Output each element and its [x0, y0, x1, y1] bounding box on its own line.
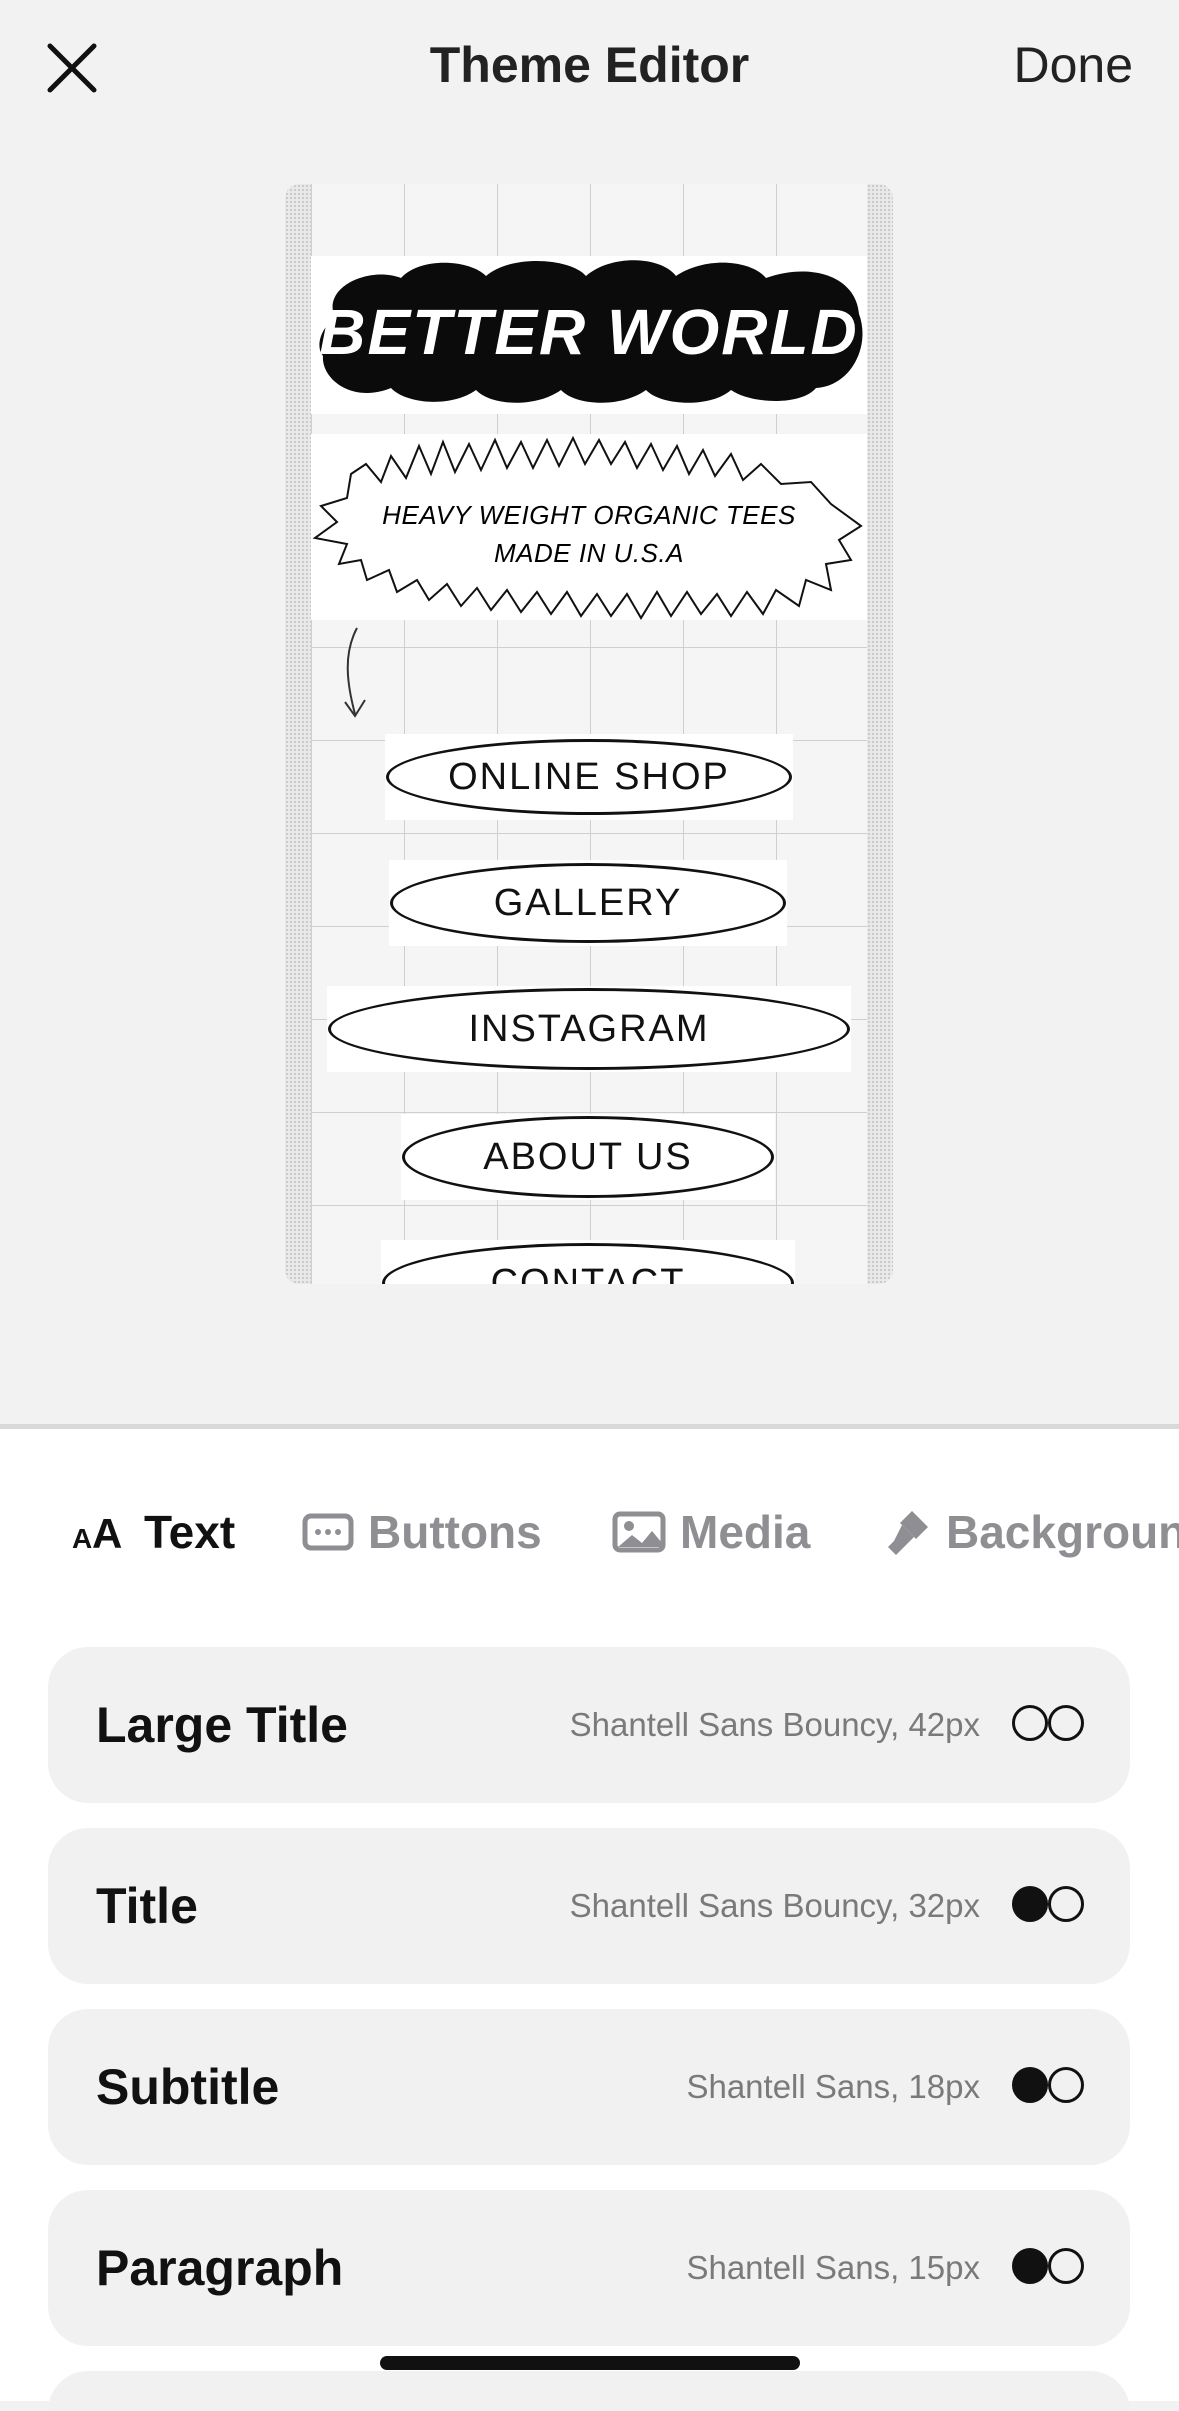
text-style-name: Title: [96, 1878, 198, 1934]
color-dot-icon: [1048, 2248, 1084, 2284]
tagline-block[interactable]: HEAVY WEIGHT ORGANIC TEES MADE IN U.S.A: [311, 434, 867, 620]
color-dot-icon: [1048, 1886, 1084, 1922]
color-swatches[interactable]: [1012, 1886, 1084, 1922]
preview-button-instagram[interactable]: INSTAGRAM: [327, 986, 851, 1072]
tab-media[interactable]: Media: [612, 1497, 810, 1567]
color-dot-icon: [1012, 1886, 1048, 1922]
logo-bubble: BETTER WORLD: [319, 260, 863, 403]
preview-button-label: ABOUT US: [402, 1116, 774, 1198]
color-swatches[interactable]: [1012, 1705, 1084, 1741]
image-icon: [612, 1511, 666, 1553]
text-style-spec: Shantell Sans, 15px: [686, 2249, 980, 2286]
text-style-title[interactable]: Title Shantell Sans Bouncy, 32px: [48, 1828, 1130, 1984]
tab-label: Buttons: [368, 1506, 542, 1558]
text-size-icon: A A: [72, 1512, 122, 1552]
text-style-spec: Shantell Sans Bouncy, 32px: [569, 1887, 980, 1924]
color-swatches[interactable]: [1012, 2248, 1084, 2284]
tagline-text: HEAVY WEIGHT ORGANIC TEES MADE IN U.S.A: [311, 496, 867, 572]
editor-sheet: A A Text Buttons Media Backgroun Large T…: [0, 1424, 1179, 2411]
preview-button-label: CONTACT: [382, 1243, 794, 1284]
logo-block[interactable]: BETTER WORLD: [311, 256, 867, 414]
preview-button-gallery[interactable]: GALLERY: [389, 860, 787, 946]
home-indicator: [380, 2356, 800, 2370]
text-style-name: Large Title: [96, 1697, 348, 1753]
text-style-subtitle[interactable]: Subtitle Shantell Sans, 18px: [48, 2009, 1130, 2165]
svg-text:A: A: [92, 1512, 122, 1552]
preview-button-contact[interactable]: CONTACT: [381, 1240, 795, 1284]
preview-button-label: INSTAGRAM: [328, 988, 850, 1070]
tagline-line-1: HEAVY WEIGHT ORGANIC TEES: [382, 500, 796, 530]
theme-preview: BETTER WORLD HEAVY WEIGHT ORGANIC TEES M…: [285, 184, 893, 1284]
nav-bar: Theme Editor Done: [0, 0, 1179, 140]
color-dot-icon: [1012, 2248, 1048, 2284]
preview-button-online-shop[interactable]: ONLINE SHOP: [385, 734, 793, 820]
text-style-spec: Shantell Sans, 18px: [686, 2068, 980, 2105]
page-title: Theme Editor: [429, 37, 750, 93]
tab-text[interactable]: A A Text: [72, 1497, 235, 1567]
preview-button-label: ONLINE SHOP: [386, 739, 792, 815]
color-swatches[interactable]: [1012, 2067, 1084, 2103]
button-icon: [302, 1513, 354, 1551]
arrow-doodle-icon: [344, 627, 366, 718]
preview-button-label: GALLERY: [390, 863, 786, 943]
tab-label: Backgroun: [946, 1506, 1179, 1558]
tab-label: Text: [144, 1506, 236, 1558]
done-button[interactable]: Done: [1013, 36, 1133, 94]
text-style-name: Subtitle: [96, 2059, 280, 2115]
text-style-spec: Shantell Sans Bouncy, 42px: [569, 1706, 980, 1743]
preview-edge-left: [285, 184, 311, 1284]
color-dot-icon: [1012, 1705, 1048, 1741]
tab-label: Media: [680, 1506, 811, 1558]
text-style-next-partial[interactable]: [48, 2371, 1130, 2411]
tab-buttons[interactable]: Buttons: [302, 1497, 542, 1567]
paint-icon: [888, 1511, 928, 1555]
editor-tabs: A A Text Buttons Media Backgroun: [0, 1497, 1179, 1567]
color-dot-icon: [1048, 1705, 1084, 1741]
tagline-line-2: MADE IN U.S.A: [494, 538, 684, 568]
text-style-large-title[interactable]: Large Title Shantell Sans Bouncy, 42px: [48, 1647, 1130, 1803]
color-dot-icon: [1048, 2067, 1084, 2103]
logo-text: BETTER WORLD: [319, 296, 859, 368]
color-dot-icon: [1012, 2067, 1048, 2103]
text-style-name: Paragraph: [96, 2240, 344, 2296]
preview-button-about-us[interactable]: ABOUT US: [401, 1114, 775, 1200]
tab-background[interactable]: Backgroun: [882, 1497, 1179, 1567]
svg-text:A: A: [72, 1523, 92, 1552]
text-style-paragraph[interactable]: Paragraph Shantell Sans, 15px: [48, 2190, 1130, 2346]
preview-edge-right: [867, 184, 893, 1284]
